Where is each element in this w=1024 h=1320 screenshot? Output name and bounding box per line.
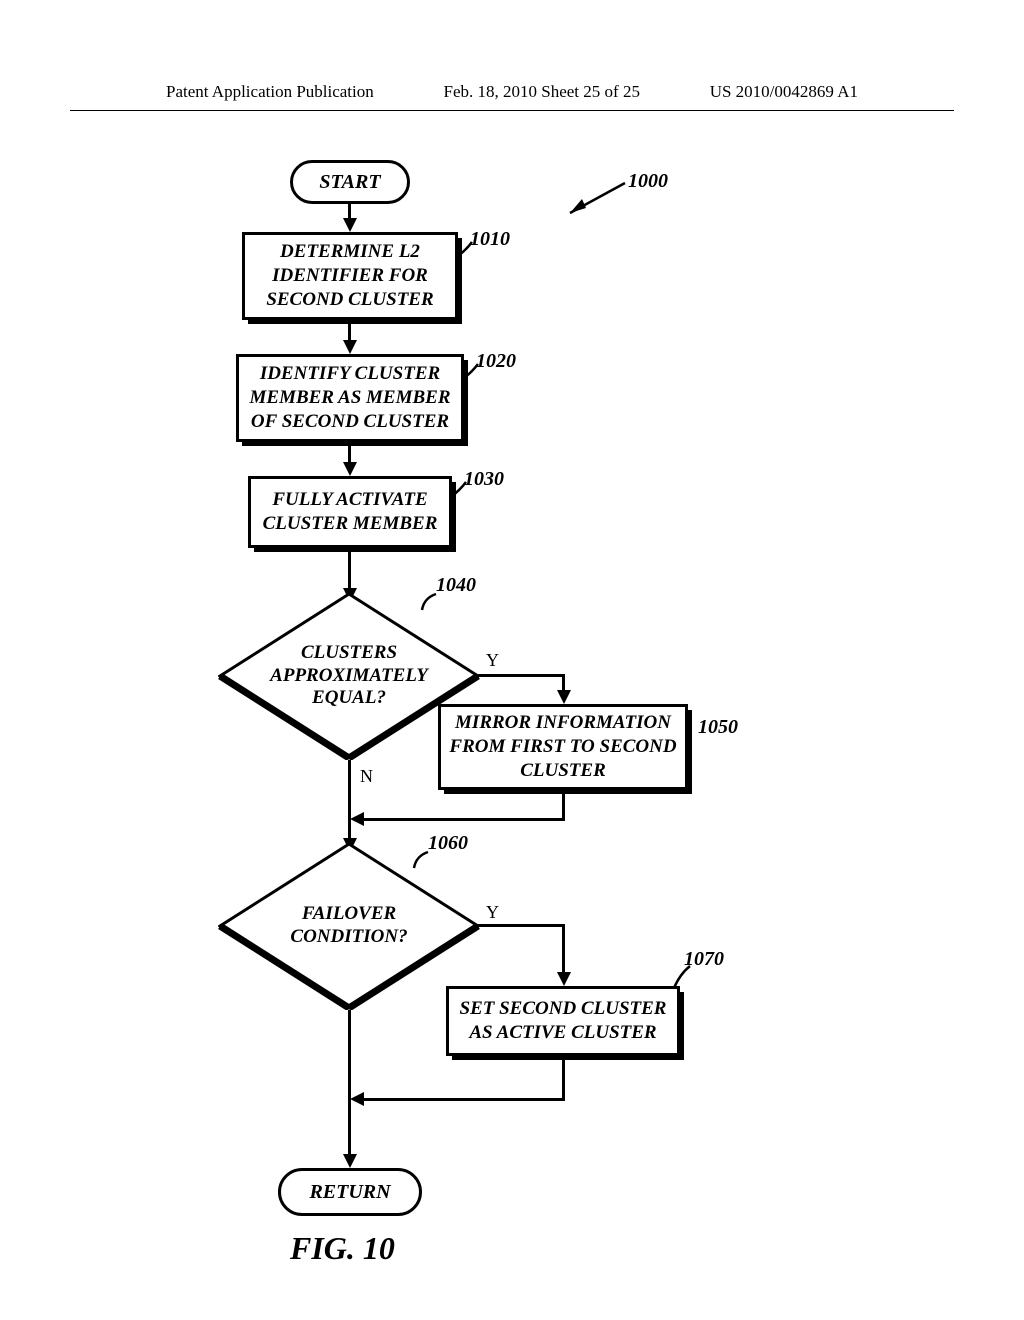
label-yes-1060: Y bbox=[486, 902, 499, 923]
connector bbox=[348, 1010, 351, 1156]
connector bbox=[562, 1060, 565, 1100]
leader-1000-icon bbox=[560, 178, 630, 218]
figure-caption: FIG. 10 bbox=[290, 1230, 395, 1267]
ref-1020: 1020 bbox=[476, 350, 516, 373]
label-no-1040: N bbox=[360, 766, 373, 787]
connector bbox=[562, 924, 565, 974]
label-yes-1040: Y bbox=[486, 650, 499, 671]
page-header: Patent Application Publication Feb. 18, … bbox=[70, 0, 954, 111]
ref-1050: 1050 bbox=[698, 716, 738, 739]
ref-1060: 1060 bbox=[428, 832, 468, 855]
arrowhead-left-icon bbox=[350, 812, 364, 826]
decision-1060: FAILOVER CONDITION? bbox=[218, 842, 480, 1010]
process-1010: DETERMINE L2 IDENTIFIER FOR SECOND CLUST… bbox=[242, 232, 458, 320]
ref-1010: 1010 bbox=[470, 228, 510, 251]
callout-1020-icon bbox=[462, 362, 482, 382]
connector bbox=[562, 794, 565, 820]
callout-1040-icon bbox=[418, 590, 442, 614]
connector bbox=[348, 552, 351, 590]
process-1070: SET SECOND CLUSTER AS ACTIVE CLUSTER bbox=[446, 986, 680, 1056]
arrowhead-down-icon bbox=[343, 462, 357, 476]
callout-1060-icon bbox=[410, 848, 434, 872]
ref-1040: 1040 bbox=[436, 574, 476, 597]
callout-1010-icon bbox=[456, 240, 476, 260]
connector bbox=[348, 760, 351, 840]
callout-1030-icon bbox=[450, 480, 470, 500]
header-left: Patent Application Publication bbox=[166, 82, 374, 102]
arrowhead-down-icon bbox=[343, 218, 357, 232]
return-terminal: RETURN bbox=[278, 1168, 422, 1216]
arrowhead-down-icon bbox=[557, 690, 571, 704]
flowchart-diagram: 1000 START DETERMINE L2 IDENTIFIER FOR S… bbox=[0, 140, 1024, 1320]
arrowhead-down-icon bbox=[343, 1154, 357, 1168]
process-1020: IDENTIFY CLUSTER MEMBER AS MEMBER OF SEC… bbox=[236, 354, 464, 442]
header-right: US 2010/0042869 A1 bbox=[710, 82, 858, 102]
process-1030: FULLY ACTIVATE CLUSTER MEMBER bbox=[248, 476, 452, 548]
connector bbox=[478, 674, 564, 677]
arrowhead-down-icon bbox=[557, 972, 571, 986]
arrowhead-down-icon bbox=[343, 340, 357, 354]
ref-1000: 1000 bbox=[628, 170, 668, 193]
start-terminal: START bbox=[290, 160, 410, 204]
header-center: Feb. 18, 2010 Sheet 25 of 25 bbox=[444, 82, 640, 102]
arrowhead-left-icon bbox=[350, 1092, 364, 1106]
connector bbox=[478, 924, 564, 927]
process-1050: MIRROR INFORMATION FROM FIRST TO SECOND … bbox=[438, 704, 688, 790]
connector bbox=[362, 1098, 565, 1101]
connector bbox=[362, 818, 565, 821]
ref-1030: 1030 bbox=[464, 468, 504, 491]
callout-1070-icon bbox=[670, 964, 692, 990]
callout-1050-icon bbox=[686, 734, 704, 752]
